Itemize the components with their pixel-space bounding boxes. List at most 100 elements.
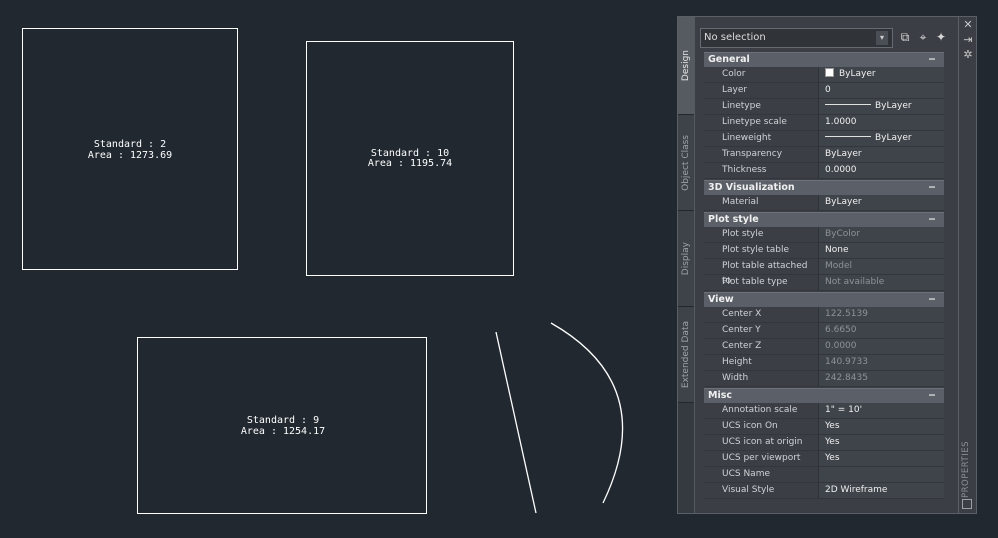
property-value[interactable]: None xyxy=(818,243,944,258)
property-row[interactable]: Color ByLayer xyxy=(704,67,944,83)
property-value-text: Yes xyxy=(825,453,840,463)
property-value[interactable]: Yes xyxy=(818,451,944,466)
category-label: 3D Visualization xyxy=(708,182,795,193)
property-row[interactable]: Annotation scale 1" = 10' xyxy=(704,403,944,419)
tab-object-class[interactable]: Object Class xyxy=(678,115,694,211)
property-value-text: Model xyxy=(825,261,853,271)
property-value[interactable]: 122.5139 xyxy=(818,307,944,322)
property-name: Plot table type xyxy=(722,277,788,287)
chevron-down-icon[interactable]: ▾ xyxy=(876,31,888,45)
property-row[interactable]: Transparency ByLayer xyxy=(704,147,944,163)
collapse-icon[interactable]: − xyxy=(928,181,936,195)
property-value[interactable]: 6.6650 xyxy=(818,323,944,338)
category-misc[interactable]: Misc − xyxy=(704,388,944,403)
quick-select-icon[interactable]: ⧉ xyxy=(897,29,913,45)
property-name: Color xyxy=(722,69,746,79)
property-name: Plot style xyxy=(722,229,764,239)
properties-palette[interactable]: Design Object Class Display Extended Dat… xyxy=(677,16,959,514)
property-name: Height xyxy=(722,357,752,367)
property-value[interactable]: 0.0000 xyxy=(818,339,944,354)
property-row[interactable]: Linetype ByLayer xyxy=(704,99,944,115)
auto-hide-icon[interactable]: ⇥ xyxy=(961,33,975,47)
collapse-icon[interactable]: − xyxy=(928,293,936,307)
property-value[interactable]: Yes xyxy=(818,419,944,434)
category-label: Misc xyxy=(708,390,732,401)
property-value[interactable]: 1.0000 xyxy=(818,115,944,130)
label-area-2: Area : 1273.69 xyxy=(88,150,172,161)
tab-display[interactable]: Display xyxy=(678,211,694,307)
property-value[interactable]: ByLayer xyxy=(818,131,944,146)
property-value-text: ByLayer xyxy=(875,101,912,111)
property-row[interactable]: Plot style table None xyxy=(704,243,944,259)
property-value-text: Yes xyxy=(825,437,840,447)
category-3d-visualization[interactable]: 3D Visualization − xyxy=(704,180,944,195)
category-label: View xyxy=(708,294,734,305)
property-row[interactable]: Plot style ByColor xyxy=(704,227,944,243)
property-name: Material xyxy=(722,197,759,207)
pickadd-toggle-icon[interactable]: ✦ xyxy=(933,29,949,45)
diagonal-line[interactable] xyxy=(495,331,537,514)
property-row[interactable]: Center Z 0.0000 xyxy=(704,339,944,355)
property-value-text: 242.8435 xyxy=(825,373,868,383)
category-general[interactable]: General − xyxy=(704,52,944,67)
tab-extended-data[interactable]: Extended Data xyxy=(678,307,694,403)
property-value[interactable]: ByLayer xyxy=(818,99,944,114)
property-row[interactable]: Plot table type Not available xyxy=(704,275,944,291)
property-row[interactable]: Center X 122.5139 xyxy=(704,307,944,323)
property-value[interactable] xyxy=(818,467,944,482)
property-row[interactable]: Height 140.9733 xyxy=(704,355,944,371)
property-row[interactable]: Material ByLayer xyxy=(704,195,944,211)
property-name: Center Z xyxy=(722,341,762,351)
selection-value: No selection xyxy=(704,32,766,43)
property-value[interactable]: Model xyxy=(818,259,944,274)
property-value-text: 1" = 10' xyxy=(825,405,863,415)
property-row[interactable]: Plot table attached to Model xyxy=(704,259,944,286)
property-name: Visual Style xyxy=(722,485,775,495)
property-value[interactable]: 0.0000 xyxy=(818,163,944,178)
settings-icon[interactable]: ✲ xyxy=(961,48,975,62)
property-value-text: ByLayer xyxy=(875,133,912,143)
label-standard-9: Standard : 9 xyxy=(247,415,319,426)
category-view[interactable]: View − xyxy=(704,292,944,307)
property-row[interactable]: Thickness 0.0000 xyxy=(704,163,944,179)
resize-icon[interactable] xyxy=(962,499,972,509)
property-value[interactable]: ByLayer xyxy=(818,67,944,82)
property-value-text: ByLayer xyxy=(825,149,862,159)
property-row[interactable]: UCS Name xyxy=(704,467,944,483)
property-value[interactable]: ByLayer xyxy=(818,195,944,210)
property-row[interactable]: UCS per viewport Yes xyxy=(704,451,944,467)
property-row[interactable]: Visual Style 2D Wireframe xyxy=(704,483,944,499)
palette-title-bar[interactable]: ✕ ⇥ ✲ PROPERTIES xyxy=(959,16,977,514)
property-value[interactable]: Not available xyxy=(818,275,944,290)
label-standard-2: Standard : 2 xyxy=(94,139,166,150)
property-value[interactable]: Yes xyxy=(818,435,944,450)
property-row[interactable]: Width 242.8435 xyxy=(704,371,944,387)
property-value-text: Not available xyxy=(825,277,885,287)
property-value[interactable]: 2D Wireframe xyxy=(818,483,944,498)
arc[interactable] xyxy=(550,322,624,504)
collapse-icon[interactable]: − xyxy=(928,213,936,227)
label-area-10: Area : 1195.74 xyxy=(368,158,452,169)
property-row[interactable]: Lineweight ByLayer xyxy=(704,131,944,147)
property-value[interactable]: 140.9733 xyxy=(818,355,944,370)
property-name: UCS icon On xyxy=(722,421,778,431)
collapse-icon[interactable]: − xyxy=(928,389,936,403)
palette-title: PROPERTIES xyxy=(961,441,971,498)
color-swatch-icon xyxy=(825,68,834,77)
property-row[interactable]: Layer 0 xyxy=(704,83,944,99)
property-row[interactable]: Center Y 6.6650 xyxy=(704,323,944,339)
property-row[interactable]: UCS icon On Yes xyxy=(704,419,944,435)
property-value[interactable]: 242.8435 xyxy=(818,371,944,386)
tab-design[interactable]: Design xyxy=(678,17,694,115)
select-objects-icon[interactable]: ⌖ xyxy=(915,29,931,45)
property-value[interactable]: ByColor xyxy=(818,227,944,242)
property-row[interactable]: Linetype scale 1.0000 xyxy=(704,115,944,131)
collapse-icon[interactable]: − xyxy=(928,53,936,67)
property-value[interactable]: 1" = 10' xyxy=(818,403,944,418)
selection-dropdown[interactable]: No selection ▾ xyxy=(700,28,893,48)
property-value[interactable]: ByLayer xyxy=(818,147,944,162)
property-row[interactable]: UCS icon at origin Yes xyxy=(704,435,944,451)
property-value[interactable]: 0 xyxy=(818,83,944,98)
close-icon[interactable]: ✕ xyxy=(961,18,975,32)
category-plot-style[interactable]: Plot style − xyxy=(704,212,944,227)
